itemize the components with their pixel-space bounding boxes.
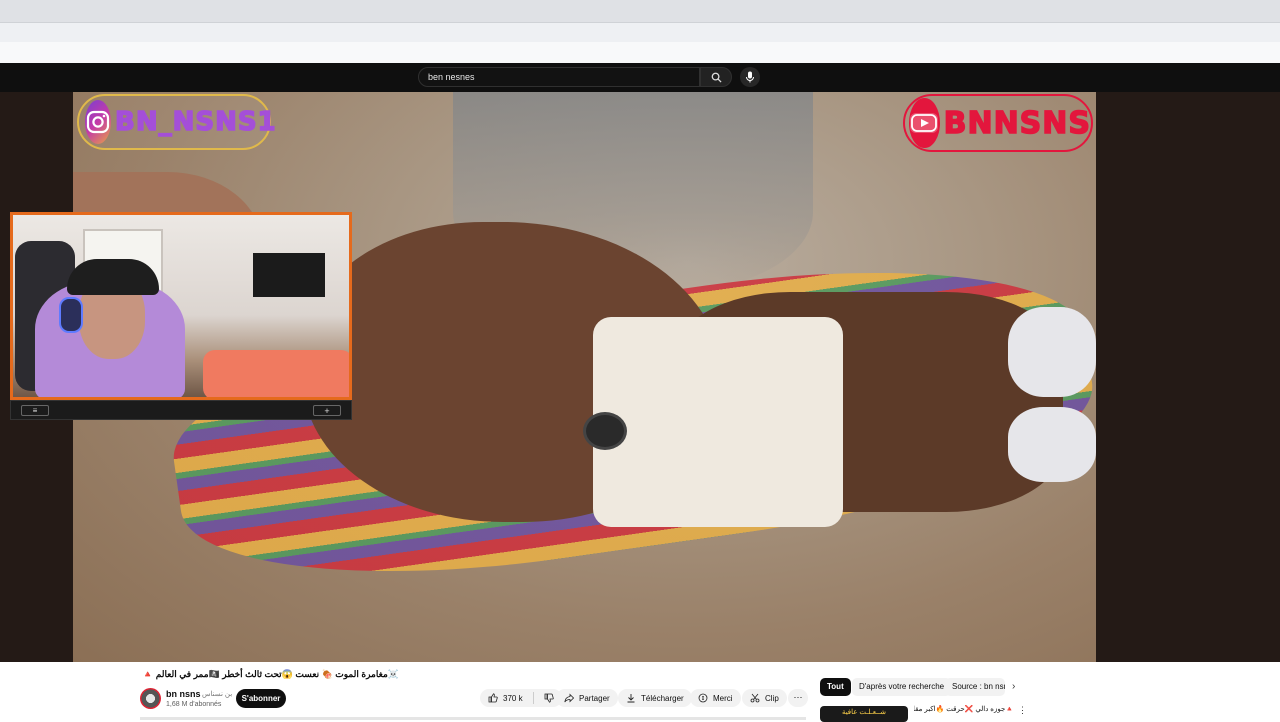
share-label: Partager bbox=[579, 693, 610, 703]
sneaker bbox=[1008, 307, 1096, 397]
wristwatch bbox=[583, 412, 627, 450]
browser-tab-strip bbox=[0, 0, 1280, 22]
chip-based-on-search[interactable]: D'après votre recherche bbox=[852, 678, 952, 696]
webcam-couch bbox=[203, 350, 349, 397]
download-button[interactable]: Télécharger bbox=[618, 689, 692, 707]
more-actions-button[interactable]: ··· bbox=[788, 689, 808, 707]
download-label: Télécharger bbox=[641, 693, 684, 703]
scissors-icon bbox=[750, 693, 760, 703]
search-icon bbox=[711, 72, 722, 83]
chevron-right-icon[interactable]: › bbox=[1012, 681, 1015, 692]
voice-search-button[interactable] bbox=[740, 67, 760, 87]
subscribe-button[interactable]: S'abonner bbox=[236, 689, 286, 708]
clip-button[interactable]: Clip bbox=[742, 689, 787, 707]
browser-bookmarks-area bbox=[0, 42, 1280, 63]
like-divider bbox=[532, 692, 534, 704]
youtube-icon bbox=[909, 98, 940, 148]
webcam-frame-bar: ≡ + bbox=[10, 400, 352, 420]
clip-label: Clip bbox=[765, 693, 779, 703]
channel-name-arabic: بن نسناس bbox=[202, 691, 233, 698]
streamer-cap bbox=[67, 259, 159, 295]
thumbs-down-icon[interactable] bbox=[544, 693, 554, 703]
headset-icon bbox=[59, 297, 83, 333]
instagram-handle: BN_NSNS1 bbox=[114, 106, 277, 138]
youtube-handle: BNNSNS bbox=[943, 105, 1091, 142]
webcam-overlay bbox=[10, 212, 352, 400]
chip-source[interactable]: Source : bn nsns bbox=[945, 678, 1005, 696]
browser-address-area bbox=[0, 22, 1280, 42]
video-title: ☠️مغامرة الموت 🍖 نعست 😱تحت ثالث أخطر 🏴‍☠… bbox=[142, 669, 399, 679]
webcam-tv bbox=[253, 253, 325, 297]
cam-bar-left-badge: ≡ bbox=[21, 405, 49, 416]
youtube-header: ben nesnes bbox=[0, 63, 1280, 92]
download-icon bbox=[627, 694, 635, 703]
search-input[interactable]: ben nesnes bbox=[418, 67, 700, 87]
thumbs-up-icon[interactable] bbox=[488, 693, 498, 703]
channel-name[interactable]: bn nsns bbox=[166, 689, 201, 699]
thanks-button[interactable]: Merci bbox=[690, 689, 741, 707]
cam-bar-right-badge: + bbox=[313, 405, 341, 416]
microphone-icon bbox=[746, 71, 754, 83]
channel-avatar[interactable] bbox=[140, 688, 161, 709]
thanks-icon bbox=[698, 693, 708, 703]
thanks-label: Merci bbox=[713, 693, 733, 703]
sneaker bbox=[1008, 407, 1096, 482]
share-button[interactable]: Partager bbox=[556, 689, 618, 707]
like-count: 370 k bbox=[503, 693, 523, 703]
search-button[interactable] bbox=[700, 67, 732, 87]
instagram-icon bbox=[85, 100, 111, 144]
subscriber-count: 1,68 M d'abonnés bbox=[166, 701, 222, 708]
youtube-overlay: BNNSNS bbox=[903, 94, 1093, 152]
recommended-video-title[interactable]: 🔺جوزه دالي ❌حرقت 🔥اكبر مقلب bbox=[914, 705, 1014, 713]
share-icon bbox=[564, 693, 574, 703]
instagram-overlay: BN_NSNS1 bbox=[77, 94, 276, 150]
like-dislike-group[interactable]: 370 k bbox=[480, 689, 562, 707]
kebab-menu-icon[interactable]: ⋮ bbox=[1018, 705, 1027, 716]
chip-all[interactable]: Tout bbox=[820, 678, 851, 696]
white-shorts bbox=[593, 317, 843, 527]
video-info-area: ☠️مغامرة الموت 🍖 نعست 😱تحت ثالث أخطر 🏴‍☠… bbox=[0, 662, 1280, 722]
